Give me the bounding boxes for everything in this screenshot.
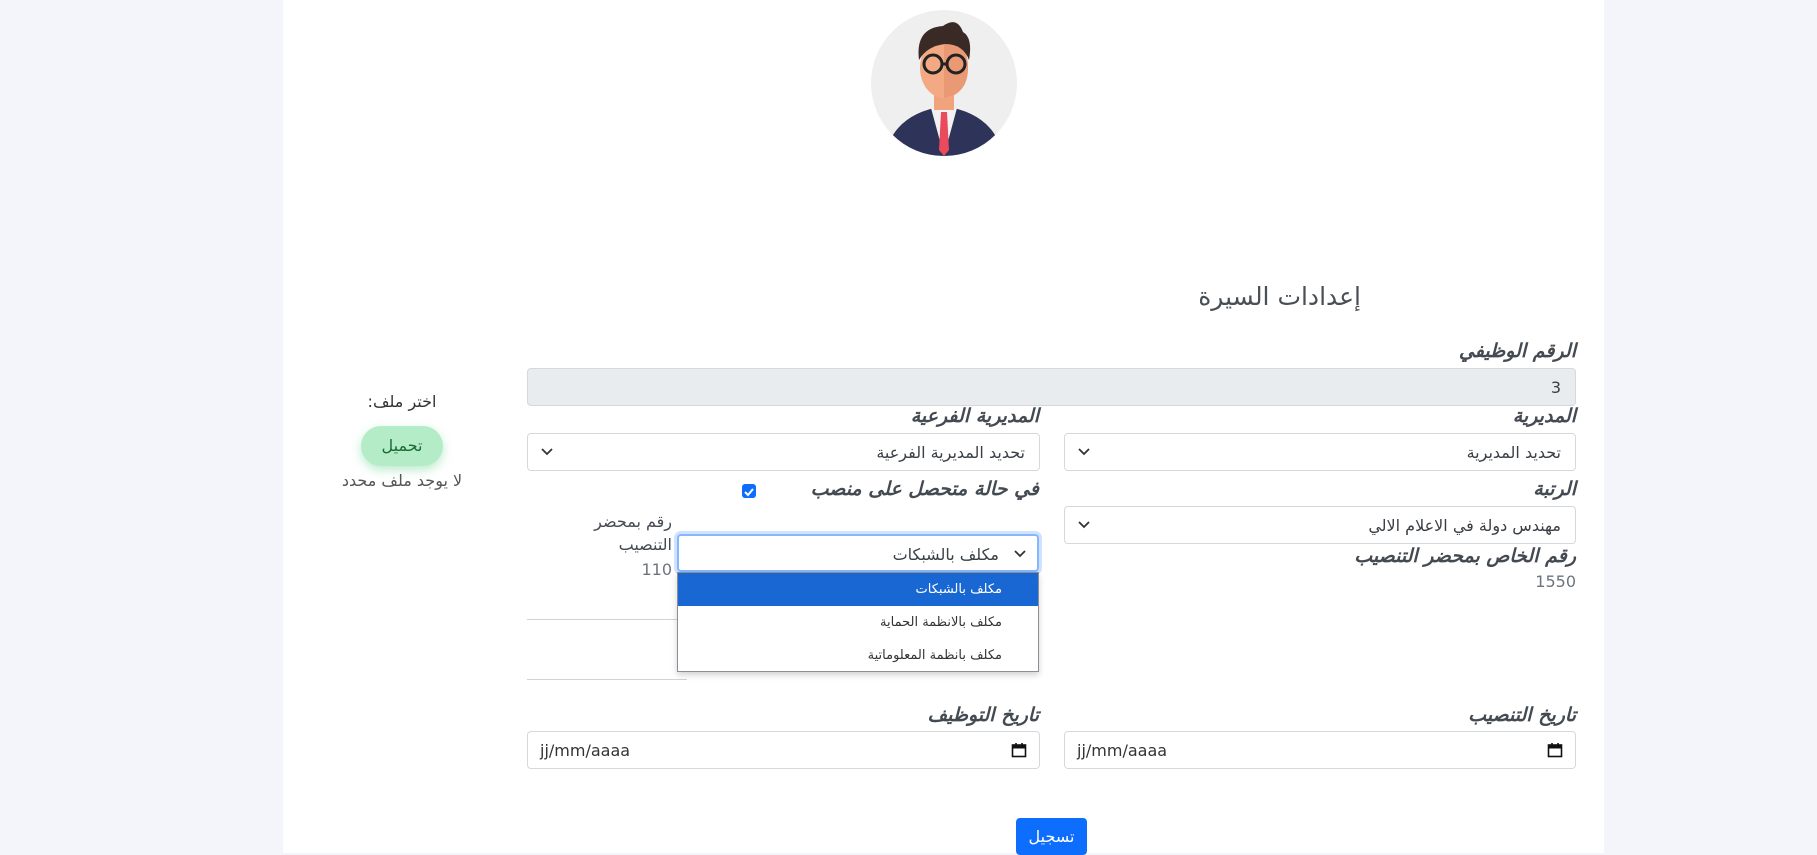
choose-file-label: اختر ملف: — [367, 392, 437, 411]
divider — [527, 679, 687, 680]
directorate-value: تحديد المديرية — [1466, 443, 1561, 462]
dropdown-option[interactable]: مكلف بالشبكات — [678, 573, 1038, 606]
sub-directorate-select[interactable]: تحديد المديرية الفرعية — [527, 433, 1040, 471]
grade-label: الرتبة — [1533, 478, 1576, 500]
directorate-label: المديرية — [1512, 405, 1576, 427]
position-dropdown-list: مكلف بالشبكات مكلف بالانظمة الحماية مكلف… — [677, 572, 1039, 672]
checkmark-icon — [744, 488, 754, 497]
appointment-record-value: 110 — [641, 560, 672, 579]
position-checkbox[interactable] — [742, 484, 756, 498]
employee-id-label: الرقم الوظيفي — [1458, 340, 1576, 362]
directorate-select[interactable]: تحديد المديرية — [1064, 433, 1576, 471]
position-checkbox-label: في حالة متحصل على منصب — [810, 478, 1039, 500]
hiring-date-value: jj/mm/aaaa — [540, 741, 631, 760]
sub-directorate-value: تحديد المديرية الفرعية — [876, 443, 1025, 462]
section-title: إعدادات السيرة — [1198, 282, 1361, 311]
chevron-down-icon — [1014, 550, 1026, 558]
appointment-date-value: jj/mm/aaaa — [1077, 741, 1168, 760]
chevron-down-icon — [541, 448, 553, 456]
special-record-label: رقم الخاص بمحضر التنصيب — [1354, 545, 1576, 567]
appointment-date-input[interactable]: jj/mm/aaaa — [1064, 731, 1576, 769]
avatar — [871, 10, 1017, 156]
person-avatar-icon — [885, 22, 1003, 156]
chevron-down-icon — [1078, 521, 1090, 529]
dropdown-option[interactable]: مكلف بانظمة المعلوماتية — [678, 639, 1038, 672]
chevron-down-icon — [1078, 448, 1090, 456]
dropdown-option[interactable]: مكلف بالانظمة الحماية — [678, 606, 1038, 639]
position-select[interactable]: مكلف بالشبكات — [677, 534, 1039, 572]
appointment-date-label: تاريخ التنصيب — [1468, 704, 1576, 726]
hiring-date-label: تاريخ التوظيف — [927, 704, 1039, 726]
special-record-value: 1550 — [1535, 572, 1576, 591]
no-file-text: لا يوجد ملف محدد — [341, 471, 463, 490]
calendar-icon[interactable] — [1547, 742, 1563, 758]
appointment-record-label-line1: رقم بمحضر — [594, 512, 672, 531]
upload-button[interactable]: تحميل — [361, 426, 443, 466]
appointment-record-label-line2: التنصيب — [618, 535, 672, 554]
divider — [527, 619, 687, 620]
sub-directorate-label: المديرية الفرعية — [910, 405, 1039, 427]
grade-value: مهندس دولة في الاعلام الالي — [1368, 516, 1561, 535]
calendar-icon[interactable] — [1011, 742, 1027, 758]
employee-id-input: 3 — [527, 368, 1576, 406]
position-select-value: مكلف بالشبكات — [892, 545, 999, 564]
hiring-date-input[interactable]: jj/mm/aaaa — [527, 731, 1040, 769]
grade-select[interactable]: مهندس دولة في الاعلام الالي — [1064, 506, 1576, 544]
submit-button[interactable]: تسجيل — [1016, 818, 1087, 855]
employee-id-value: 3 — [1550, 377, 1561, 397]
